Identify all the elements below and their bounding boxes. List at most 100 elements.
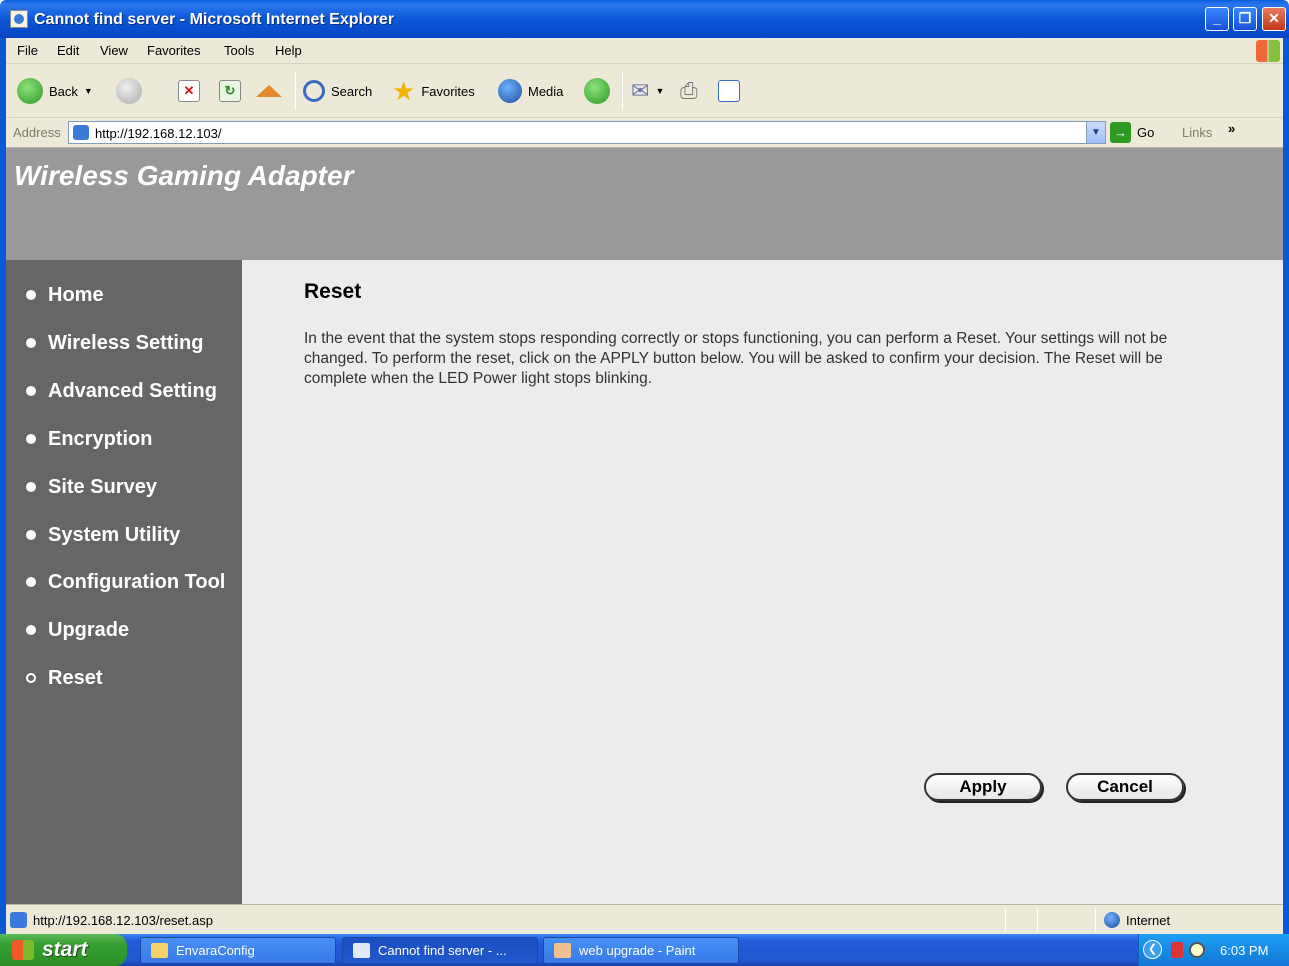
edit-button[interactable] xyxy=(718,77,740,105)
taskbar-item-ie[interactable]: Cannot find server - ... xyxy=(342,937,538,964)
nav-label: Advanced Setting xyxy=(48,379,217,402)
taskbar-item-envaraconfig[interactable]: EnvaraConfig xyxy=(140,937,336,964)
bullet-icon xyxy=(26,338,36,348)
internet-globe-icon xyxy=(1104,912,1120,928)
refresh-icon: ↻ xyxy=(219,80,241,102)
nav-item-home[interactable]: Home xyxy=(26,282,104,308)
address-dropdown-icon[interactable]: ▼ xyxy=(1086,122,1105,143)
menu-favorites[interactable]: Favorites xyxy=(147,43,200,58)
task-label: web upgrade - Paint xyxy=(579,943,696,958)
restore-button[interactable]: ❐ xyxy=(1233,7,1257,31)
address-url: http://192.168.12.103/ xyxy=(95,126,222,141)
clock: 6:03 PM xyxy=(1220,943,1269,958)
favorites-label: Favorites xyxy=(421,83,475,99)
menu-view[interactable]: View xyxy=(100,43,128,58)
nav-item-configuration-tool[interactable]: Configuration Tool xyxy=(26,569,225,595)
history-button[interactable] xyxy=(584,77,610,105)
search-button[interactable]: Search xyxy=(303,77,372,105)
toolbar-separator xyxy=(622,72,623,110)
nav-item-encryption[interactable]: Encryption xyxy=(26,426,152,452)
go-button[interactable]: → Go xyxy=(1110,122,1154,143)
bullet-icon xyxy=(26,290,36,300)
apply-button[interactable]: Apply xyxy=(924,773,1042,801)
mail-dropdown-icon: ▼ xyxy=(655,86,665,96)
address-input[interactable]: http://192.168.12.103/ ▼ xyxy=(68,121,1106,144)
show-hidden-icons-icon[interactable]: ❮ xyxy=(1143,940,1162,959)
nav-item-advanced-setting[interactable]: Advanced Setting xyxy=(26,378,217,404)
nav-item-site-survey[interactable]: Site Survey xyxy=(26,474,157,500)
nav-item-system-utility[interactable]: System Utility xyxy=(26,522,180,548)
task-label: Cannot find server - ... xyxy=(378,943,507,958)
task-label: EnvaraConfig xyxy=(176,943,255,958)
nav-label: Home xyxy=(48,283,104,306)
mail-icon: ✉ xyxy=(631,78,650,103)
cancel-button[interactable]: Cancel xyxy=(1066,773,1184,801)
edit-page-icon xyxy=(718,80,740,102)
status-divider xyxy=(1005,908,1006,932)
sidebar-nav: Home Wireless Setting Advanced Setting E… xyxy=(6,260,242,904)
print-button[interactable]: ⎙ xyxy=(680,77,698,105)
nav-item-upgrade[interactable]: Upgrade xyxy=(26,617,129,643)
home-icon xyxy=(256,85,282,97)
menu-tools[interactable]: Tools xyxy=(224,43,254,58)
back-dropdown-icon[interactable]: ▼ xyxy=(84,86,93,96)
paint-icon xyxy=(554,943,571,958)
nav-item-reset[interactable]: Reset xyxy=(26,665,102,691)
address-bar: Address http://192.168.12.103/ ▼ → Go Li… xyxy=(6,118,1283,148)
back-label: Back xyxy=(49,83,78,99)
menu-help[interactable]: Help xyxy=(275,43,302,58)
status-bar: http://192.168.12.103/reset.asp Internet xyxy=(6,904,1283,934)
stop-icon: ✕ xyxy=(178,80,200,102)
search-label: Search xyxy=(331,83,373,99)
tray-settings-icon[interactable] xyxy=(1189,942,1205,958)
nav-item-wireless-setting[interactable]: Wireless Setting xyxy=(26,330,203,356)
folder-icon xyxy=(151,943,168,958)
menu-file[interactable]: File xyxy=(17,43,38,58)
bullet-icon xyxy=(26,386,36,396)
bullet-active-icon xyxy=(26,673,36,683)
taskbar-item-paint[interactable]: web upgrade - Paint xyxy=(543,937,739,964)
bullet-icon xyxy=(26,482,36,492)
standard-toolbar: Back ▼ ✕ ↻ Search ★ Favorites Media ✉ ▼ … xyxy=(6,64,1283,118)
start-button[interactable]: start xyxy=(0,934,127,966)
status-divider xyxy=(1095,908,1096,932)
window-title: Cannot find server - Microsoft Internet … xyxy=(34,11,395,28)
stop-button[interactable]: ✕ xyxy=(178,77,200,105)
status-url: http://192.168.12.103/reset.asp xyxy=(33,913,213,928)
go-arrow-icon: → xyxy=(1110,122,1131,143)
links-label[interactable]: Links xyxy=(1182,125,1212,140)
minimize-button[interactable]: _ xyxy=(1205,7,1229,31)
windows-logo-icon xyxy=(1256,40,1280,62)
window-frame-right xyxy=(1283,38,1289,936)
reset-description: In the event that the system stops respo… xyxy=(304,330,1168,387)
menu-edit[interactable]: Edit xyxy=(57,43,79,58)
nav-label: Encryption xyxy=(48,427,153,450)
banner-title: Wireless Gaming Adapter xyxy=(14,160,354,191)
window-titlebar: Cannot find server - Microsoft Internet … xyxy=(0,0,1289,38)
media-label: Media xyxy=(528,83,564,99)
close-button[interactable]: ✕ xyxy=(1262,7,1286,31)
refresh-button[interactable]: ↻ xyxy=(219,77,241,105)
mail-button[interactable]: ✉ ▼ xyxy=(631,77,664,105)
page-title: Reset xyxy=(304,280,362,303)
media-button[interactable]: Media xyxy=(498,77,563,105)
status-divider xyxy=(1037,908,1038,932)
go-label: Go xyxy=(1137,125,1155,140)
favorites-button[interactable]: ★ Favorites xyxy=(392,77,475,105)
windows-taskbar: start EnvaraConfig Cannot find server - … xyxy=(0,934,1289,966)
ie-page-icon xyxy=(353,943,370,958)
toolbar-separator xyxy=(295,72,296,110)
links-more-icon[interactable]: » xyxy=(1228,121,1235,136)
back-button[interactable]: Back ▼ xyxy=(17,77,93,105)
ie-page-icon xyxy=(10,10,28,28)
search-icon xyxy=(303,80,325,102)
nav-label: Configuration Tool xyxy=(48,570,226,593)
bullet-icon xyxy=(26,434,36,444)
media-icon xyxy=(498,79,522,103)
tray-app-icon[interactable] xyxy=(1171,942,1183,958)
home-button[interactable] xyxy=(256,77,282,105)
forward-button[interactable] xyxy=(116,77,142,105)
nav-label: Reset xyxy=(48,666,103,689)
nav-label: System Utility xyxy=(48,523,181,546)
bullet-icon xyxy=(26,577,36,587)
